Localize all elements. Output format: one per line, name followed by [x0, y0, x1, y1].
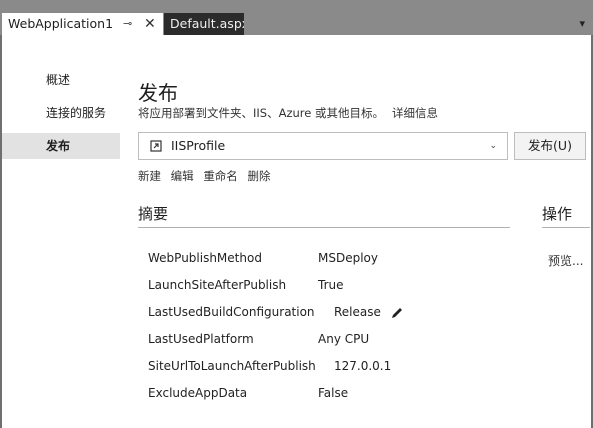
property-key: LastUsedBuildConfiguration	[148, 305, 315, 319]
sidebar-item-overview[interactable]: 概述	[2, 67, 120, 93]
sidebar-item-label: 连接的服务	[46, 106, 107, 120]
profile-actions: 新建 编辑 重命名 删除	[138, 168, 276, 184]
main-content: 发布 将应用部署到文件夹、IIS、Azure 或其他目标。 详细信息 IISPro…	[138, 35, 591, 428]
actions-divider	[542, 227, 590, 228]
property-value: Any CPU	[318, 332, 370, 346]
tab-title: Default.aspx	[170, 16, 244, 31]
property-value: False	[318, 386, 349, 400]
publish-button[interactable]: 发布(U)	[514, 132, 586, 160]
page-title: 发布	[138, 81, 178, 105]
rename-profile-link[interactable]: 重命名	[203, 169, 238, 183]
description-text: 将应用部署到文件夹、IIS、Azure 或其他目标。	[138, 106, 384, 120]
actions-heading: 操作	[542, 205, 573, 223]
publish-page: 概述 连接的服务 发布 发布 将应用部署到文件夹、IIS、Azure 或其他目标…	[2, 35, 591, 428]
edit-pencil-icon[interactable]	[390, 306, 404, 320]
pin-icon[interactable]: ⊸	[123, 13, 132, 35]
property-key: WebPublishMethod	[148, 251, 262, 265]
edit-profile-link[interactable]: 编辑	[171, 169, 194, 183]
sidebar-item-label: 概述	[46, 73, 71, 87]
summary-heading: 摘要	[138, 205, 169, 223]
new-profile-link[interactable]: 新建	[138, 169, 161, 183]
page-description: 将应用部署到文件夹、IIS、Azure 或其他目标。 详细信息	[138, 105, 438, 121]
property-value: MSDeploy	[318, 251, 378, 265]
sidebar: 概述 连接的服务 发布	[2, 35, 120, 428]
property-key: ExcludeAppData	[148, 386, 248, 400]
publish-profile-icon	[150, 140, 162, 152]
tab-overflow-icon[interactable]: ▾	[579, 13, 585, 35]
delete-profile-link[interactable]: 删除	[247, 169, 270, 183]
sidebar-item-connected-services[interactable]: 连接的服务	[2, 100, 120, 126]
summary-divider	[138, 227, 510, 228]
sidebar-item-publish[interactable]: 发布	[2, 133, 120, 159]
property-value: 127.0.0.1	[334, 359, 392, 373]
tab-title: WebApplication1	[8, 16, 114, 31]
document-tab-bar: WebApplication1 ⊸ ✕ Default.aspx ▾	[0, 0, 593, 35]
tab-default-aspx[interactable]: Default.aspx	[164, 13, 244, 35]
property-key: SiteUrlToLaunchAfterPublish	[148, 359, 316, 373]
property-key: LastUsedPlatform	[148, 332, 254, 346]
chevron-down-icon: ⌄	[489, 141, 497, 151]
preview-link[interactable]: 预览...	[548, 252, 583, 269]
profile-dropdown[interactable]: IISProfile ⌄	[138, 132, 508, 160]
sidebar-item-label: 发布	[46, 139, 71, 153]
details-link[interactable]: 详细信息	[392, 106, 438, 120]
profile-name: IISProfile	[171, 138, 226, 153]
tab-webapplication1[interactable]: WebApplication1 ⊸ ✕	[2, 13, 163, 35]
close-icon[interactable]: ✕	[144, 13, 156, 35]
property-value: Release	[334, 305, 381, 319]
property-key: LaunchSiteAfterPublish	[148, 278, 287, 292]
property-value: True	[318, 278, 344, 292]
